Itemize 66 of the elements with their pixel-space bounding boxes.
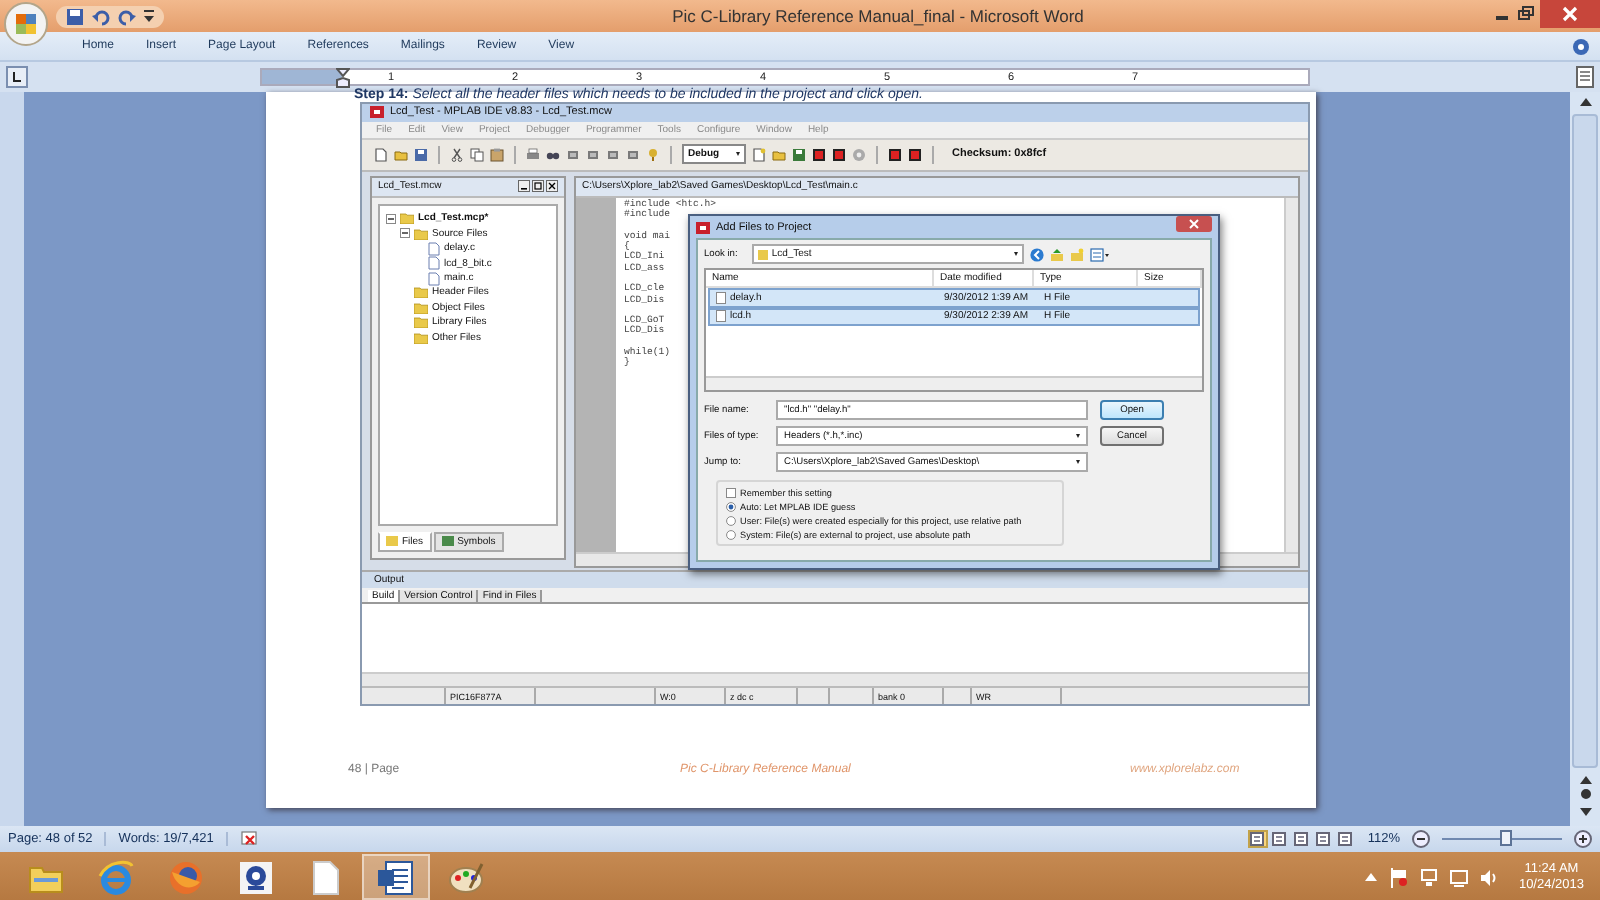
- cut-icon[interactable]: [450, 147, 464, 162]
- copy-icon[interactable]: [470, 147, 484, 162]
- speaker-icon[interactable]: [1480, 867, 1499, 887]
- app-logo-icon: [696, 221, 710, 233]
- symbols-icon: [441, 536, 454, 547]
- save-icon[interactable]: [792, 147, 806, 162]
- back-icon[interactable]: [1029, 247, 1044, 261]
- ruler-margin: [262, 70, 342, 84]
- scroll-thumb[interactable]: [1572, 114, 1598, 768]
- radio-button[interactable]: [726, 529, 736, 539]
- folder-icon: [386, 536, 398, 547]
- find-icon[interactable]: [546, 147, 560, 162]
- open-folder-icon[interactable]: [394, 147, 408, 162]
- show-hidden-icons-icon[interactable]: [1364, 872, 1379, 882]
- checkbox[interactable]: [726, 487, 736, 497]
- fox-globe-icon: [168, 859, 204, 895]
- view-button[interactable]: [1269, 830, 1290, 848]
- zoom-out-icon[interactable]: [1412, 830, 1430, 848]
- radio-button[interactable]: [726, 501, 736, 511]
- collapse-icon[interactable]: [386, 213, 396, 224]
- view-menu-icon[interactable]: [1089, 247, 1110, 261]
- indent-marker-icon[interactable]: [336, 68, 350, 88]
- view-button[interactable]: [1291, 830, 1312, 848]
- restore-icon[interactable]: [1516, 6, 1536, 22]
- save-icon[interactable]: [414, 147, 428, 162]
- view-button[interactable]: [1247, 830, 1268, 848]
- redo-icon[interactable]: [118, 7, 136, 25]
- proofing-icon[interactable]: [239, 830, 260, 848]
- document-lines-icon: [378, 859, 414, 895]
- close-icon[interactable]: [546, 180, 558, 193]
- taskbar-button[interactable]: [362, 854, 430, 900]
- zoom-in-icon[interactable]: [1574, 830, 1592, 848]
- zoom-slider-thumb[interactable]: [1499, 830, 1512, 846]
- print-icon[interactable]: [526, 147, 540, 162]
- app-logo-icon: [370, 106, 384, 119]
- view-button[interactable]: [1335, 830, 1356, 848]
- maximize-icon[interactable]: [532, 180, 544, 193]
- undo-icon[interactable]: [92, 7, 110, 25]
- radio-button[interactable]: [726, 515, 736, 525]
- scroll-up-icon[interactable]: [1577, 96, 1593, 108]
- ruler-toggle-icon[interactable]: [1576, 66, 1594, 88]
- new-file-icon[interactable]: [752, 147, 766, 162]
- network-icon[interactable]: [1420, 867, 1439, 887]
- open-folder-icon[interactable]: [772, 147, 786, 162]
- customize-caret-icon[interactable]: [144, 10, 154, 22]
- paste-icon[interactable]: [490, 147, 504, 162]
- window-title: Pic C-Library Reference Manual_final - Microsoft Word: [670, 6, 1086, 26]
- folder-icon: [28, 861, 64, 893]
- horizontal-scrollbar[interactable]: [362, 672, 1308, 687]
- monitor-icon[interactable]: [1450, 867, 1469, 887]
- save-icon[interactable]: [66, 7, 84, 25]
- vertical-scrollbar[interactable]: [1570, 92, 1600, 826]
- blank-document-icon: [312, 859, 340, 895]
- view-button[interactable]: [1313, 830, 1334, 848]
- minimize-icon[interactable]: [518, 180, 530, 193]
- folder-icon: [757, 249, 768, 259]
- webcam-icon: [238, 859, 274, 895]
- collapse-icon[interactable]: [400, 228, 410, 239]
- new-file-icon[interactable]: [374, 147, 388, 162]
- e-globe-icon: [98, 859, 134, 895]
- flag-icon[interactable]: [1390, 867, 1409, 887]
- vertical-scrollbar[interactable]: [1284, 197, 1298, 552]
- horizontal-scrollbar[interactable]: [706, 376, 1202, 390]
- up-folder-icon[interactable]: [1049, 247, 1064, 261]
- tab-stop-selector-icon[interactable]: [6, 66, 28, 88]
- palette-icon: [448, 859, 484, 895]
